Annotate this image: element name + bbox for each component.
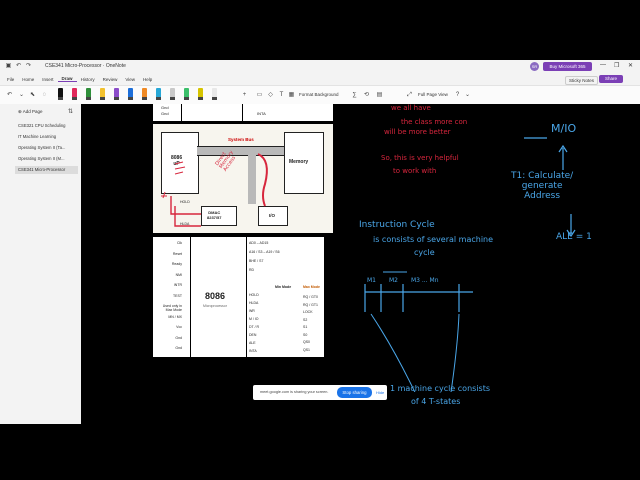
pin-label: INTA — [257, 111, 266, 116]
red-ink-note: the class more con — [401, 118, 468, 126]
pin-label: RQ / GT1 — [303, 302, 318, 307]
onenote-logo-icon: ▣ — [5, 63, 12, 69]
instruction-cycle-ink: is consists of several machine — [373, 235, 494, 244]
pin-label: S0 — [303, 332, 308, 337]
add-pen-icon[interactable]: + — [240, 89, 249, 101]
pen-tool[interactable] — [114, 88, 119, 100]
red-ink-note: will be more better — [384, 128, 451, 136]
pin-label: Gnd — [161, 111, 169, 116]
background-icon[interactable]: ▦ — [287, 89, 296, 101]
lasso-icon[interactable]: ◌ — [40, 89, 49, 101]
pen-tool[interactable] — [142, 88, 147, 100]
sticky-notes-button[interactable]: Sticky Notes — [565, 76, 599, 85]
page-list-sidebar: ⊕ Add Page ⇅ CSE321 CPU Scheduling IT Ma… — [0, 104, 82, 424]
pen-tool[interactable] — [212, 88, 217, 100]
pen-tool[interactable] — [72, 88, 77, 100]
undo-ribbon-icon[interactable]: ↶ — [5, 89, 14, 101]
page-item[interactable]: Operating System II (M... — [18, 156, 74, 161]
red-ink-note: we all have — [391, 104, 431, 112]
replay-icon[interactable]: ⟲ — [362, 89, 371, 101]
menu-history[interactable]: History — [77, 77, 99, 82]
undo-icon[interactable]: ↶ — [15, 63, 22, 70]
add-page-label: Add Page — [22, 109, 43, 114]
red-ink-note: So, this is very helpful — [381, 154, 459, 162]
machine-cycle-label: M2 — [389, 277, 398, 284]
menu-home[interactable]: Home — [18, 77, 38, 82]
machine-cycle-note-ink: 1 machine cycle consists — [390, 384, 490, 393]
page-item-selected[interactable]: CSE341 Micro-Processor — [15, 166, 78, 174]
close-button[interactable]: ✕ — [628, 62, 633, 69]
t1-ink-note: T1: Calculate/ generate Address — [511, 171, 574, 201]
menu-bar: File Home Insert Draw History Review Vie… — [0, 74, 640, 84]
maximize-button[interactable]: ❐ — [614, 62, 619, 69]
share-button[interactable]: Share — [599, 75, 623, 83]
menu-review[interactable]: Review — [99, 77, 122, 82]
page-item[interactable]: Operating System II (Ta... — [18, 145, 74, 150]
red-ink-note: to work with — [393, 167, 437, 175]
stop-sharing-button[interactable]: Stop sharing — [337, 387, 372, 398]
pen-tool[interactable] — [170, 88, 175, 100]
pen-tool[interactable] — [58, 88, 63, 100]
chevron-down-icon[interactable]: ⌄ — [17, 89, 26, 101]
help-icon[interactable]: ? — [453, 89, 462, 101]
machine-cycle-label: M3 ... Mn — [411, 277, 439, 284]
page-item[interactable]: IT Machine Learning — [18, 134, 74, 139]
ale-ink-note: ALE = 1 — [556, 232, 592, 242]
screen-share-banner: meet.google.com is sharing your screen. … — [253, 385, 387, 400]
pin-label: S1 — [303, 325, 308, 329]
pin-label: QS1 — [303, 347, 311, 352]
immersive-reader-icon[interactable]: ▤ — [375, 89, 384, 101]
instruction-cycle-ink: cycle — [414, 248, 435, 257]
onenote-window: ▣ ↶ ↷ CSE341 Micro-Processor · OneNote S… — [0, 60, 640, 424]
pen-tool[interactable] — [100, 88, 105, 100]
full-page-view-icon[interactable]: ⤢ — [405, 89, 414, 101]
pen-tool[interactable] — [198, 88, 203, 100]
dma-block-diagram-image: 8086 uP Memory System Bus DMAC 8237/57 I… — [153, 124, 333, 233]
note-canvas[interactable]: Gnd Gnd INTA 8086 uP Memory System Bus D… — [81, 104, 640, 424]
pen-tool[interactable] — [156, 88, 161, 100]
sort-icon[interactable]: ⇅ — [66, 106, 75, 118]
add-page-button[interactable]: ⊕ Add Page — [18, 109, 43, 115]
select-cursor-icon[interactable]: ⬉ — [28, 89, 37, 101]
menu-file[interactable]: File — [3, 77, 18, 82]
pen-tool[interactable] — [184, 88, 189, 100]
window-title: CSE341 Micro-Processor · OneNote — [45, 63, 126, 69]
menu-draw[interactable]: Draw — [57, 76, 77, 82]
avatar[interactable]: SR — [530, 62, 539, 71]
pinout-8086-image: 8086 Microprocessor Clk Reset Ready NMI INTR… — [153, 237, 324, 357]
chevron-down-icon[interactable]: ⌄ — [463, 89, 472, 101]
redo-icon[interactable]: ↷ — [25, 63, 32, 70]
machine-cycle-note-ink: of 4 T-states — [411, 397, 461, 406]
pin-label: LOCK — [303, 310, 313, 314]
share-banner-message: meet.google.com is sharing your screen. — [260, 390, 329, 394]
pin-label: QS0 — [303, 340, 311, 344]
dma-ink-overlay — [161, 153, 268, 227]
shapes-icon[interactable]: ◇ — [266, 89, 275, 101]
hide-banner-link[interactable]: Hide — [376, 390, 384, 395]
pen-tool[interactable] — [86, 88, 91, 100]
draw-ribbon: ↶ ⌄ ⬉ ◌ + ▭ ◇ T ▦ Format Background ∑ ⟲ … — [0, 85, 640, 105]
pin-label: Gnd — [161, 105, 169, 110]
minimize-button[interactable]: — — [600, 62, 606, 68]
title-bar: ▣ ↶ ↷ CSE341 Micro-Processor · OneNote S… — [0, 60, 640, 73]
pin-label: RQ / GT0 — [303, 295, 318, 299]
machine-cycle-label: M1 — [367, 277, 376, 284]
math-icon[interactable]: ∑ — [350, 89, 359, 101]
pin-label: S2 — [303, 317, 308, 322]
pen-tool[interactable] — [128, 88, 133, 100]
ruler-icon[interactable]: ▭ — [255, 89, 264, 101]
full-page-view-button[interactable]: Full Page View — [418, 92, 448, 97]
page-item[interactable]: CSE321 CPU Scheduling — [18, 123, 74, 128]
buy-microsoft-365-button[interactable]: Buy Microsoft 365 — [543, 62, 592, 71]
ink-to-text-icon[interactable]: T — [277, 89, 286, 101]
menu-view[interactable]: View — [121, 77, 139, 82]
format-background-button[interactable]: Format Background — [299, 92, 339, 97]
pinout-top-image: Gnd Gnd INTA — [153, 104, 333, 121]
menu-help[interactable]: Help — [139, 77, 156, 82]
max-mode-pin-list: RQ / GT0 RQ / GT1 LOCK S2 S1 S0 QS0 QS1 — [153, 237, 324, 357]
menu-insert[interactable]: Insert — [38, 77, 57, 82]
instruction-cycle-ink: Instruction Cycle — [359, 220, 435, 230]
